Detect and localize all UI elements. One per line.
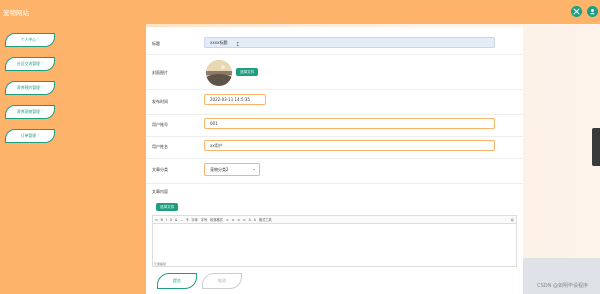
publish-time-input[interactable]: 2022-03-11 14:5:35 (204, 94, 266, 105)
content-select-file-button[interactable]: 选择文件 (156, 203, 179, 211)
category-select-value: 宠物分类2 (210, 166, 229, 172)
format-tools-select[interactable]: 格式工具 (259, 217, 272, 222)
align-left-icon[interactable]: ≡ (226, 218, 229, 222)
submit-button[interactable]: 提交 (157, 273, 197, 289)
bold-icon[interactable]: B (161, 218, 163, 222)
category-label: 文章分类 (152, 167, 168, 172)
form-row-category (146, 159, 523, 184)
top-bar: 宠物网站 (0, 0, 600, 24)
chevron-down-icon: ⌄ (252, 167, 256, 172)
account-label: 用户账号 (152, 122, 168, 127)
form-row-cover (146, 55, 523, 90)
name-label: 用户姓名 (152, 144, 168, 149)
strikethrough-icon[interactable]: S̶ (175, 218, 177, 222)
editor-element-path: 元素路径 (154, 261, 167, 266)
side-drawer-tab[interactable] (592, 128, 600, 166)
align-right-icon[interactable]: ≡ (237, 218, 240, 222)
underline-icon[interactable]: U (170, 218, 172, 222)
cancel-button[interactable]: 取消 (202, 273, 242, 289)
rich-text-editor[interactable]: ⟲ B I U S̶ — ¶ 字体 字号 段落格式 ≡ ≡ ≡ ≡ A A 格式… (152, 215, 517, 267)
horizontal-rule-icon[interactable]: — (180, 218, 183, 222)
watermark: CSDN @如明毕设程序 (537, 283, 588, 289)
user-account-input[interactable]: 001 (204, 118, 495, 129)
sidebar-item-orders[interactable]: 订单管理 ˅ (5, 129, 55, 143)
emoji-icon[interactable]: 😊 (511, 218, 514, 222)
cover-select-file-button[interactable]: 选择文件 (236, 68, 259, 76)
align-justify-icon[interactable]: ≡ (243, 218, 246, 222)
font-family-select[interactable]: 字体 (191, 217, 197, 222)
form-row-time (146, 90, 523, 115)
user-name-input[interactable]: xx用户 (204, 140, 495, 151)
content-label: 文章内容 (152, 189, 168, 194)
sidebar-item-community[interactable]: 社区交流管理 ˅ (5, 57, 55, 71)
user-icon[interactable] (587, 6, 598, 17)
cover-image (206, 60, 232, 86)
font-size-select[interactable]: 字号 (201, 217, 207, 222)
time-label: 发布时间 (152, 99, 168, 104)
sidebar-item-boarding-pets[interactable]: 寄养宠物管理 ˅ (5, 105, 55, 119)
paragraph-icon[interactable]: ¶ (186, 218, 188, 222)
undo-icon[interactable]: ⟲ (155, 218, 158, 222)
italic-icon[interactable]: I (166, 218, 167, 222)
title-input[interactable]: xxxx标题 (204, 37, 495, 48)
fullscreen-icon[interactable] (571, 6, 582, 17)
category-select[interactable]: 宠物分类2 ⌄ (204, 163, 260, 176)
title-label: 标题 (152, 41, 160, 46)
editor-toolbar: ⟲ B I U S̶ — ¶ 字体 字号 段落格式 ≡ ≡ ≡ ≡ A A 格式… (153, 216, 516, 224)
sidebar-menu: 个人中心 ˅ 社区交流管理 ˅ 寄养预约管理 ˅ 寄养宠物管理 ˅ 订单管理 ˅ (5, 33, 55, 153)
background-color-icon[interactable]: A (254, 218, 256, 222)
text-cursor: 𝙸 (236, 42, 240, 48)
paragraph-format-select[interactable]: 段落格式 (210, 217, 223, 222)
cover-label: 封面图片 (152, 70, 168, 75)
align-center-icon[interactable]: ≡ (232, 218, 235, 222)
sidebar-item-boarding-appointment[interactable]: 寄养预约管理 ˅ (5, 81, 55, 95)
app-title: 宠物网站 (3, 9, 29, 17)
font-color-icon[interactable]: A (249, 218, 251, 222)
sidebar-item-personal-center[interactable]: 个人中心 ˅ (5, 33, 55, 47)
